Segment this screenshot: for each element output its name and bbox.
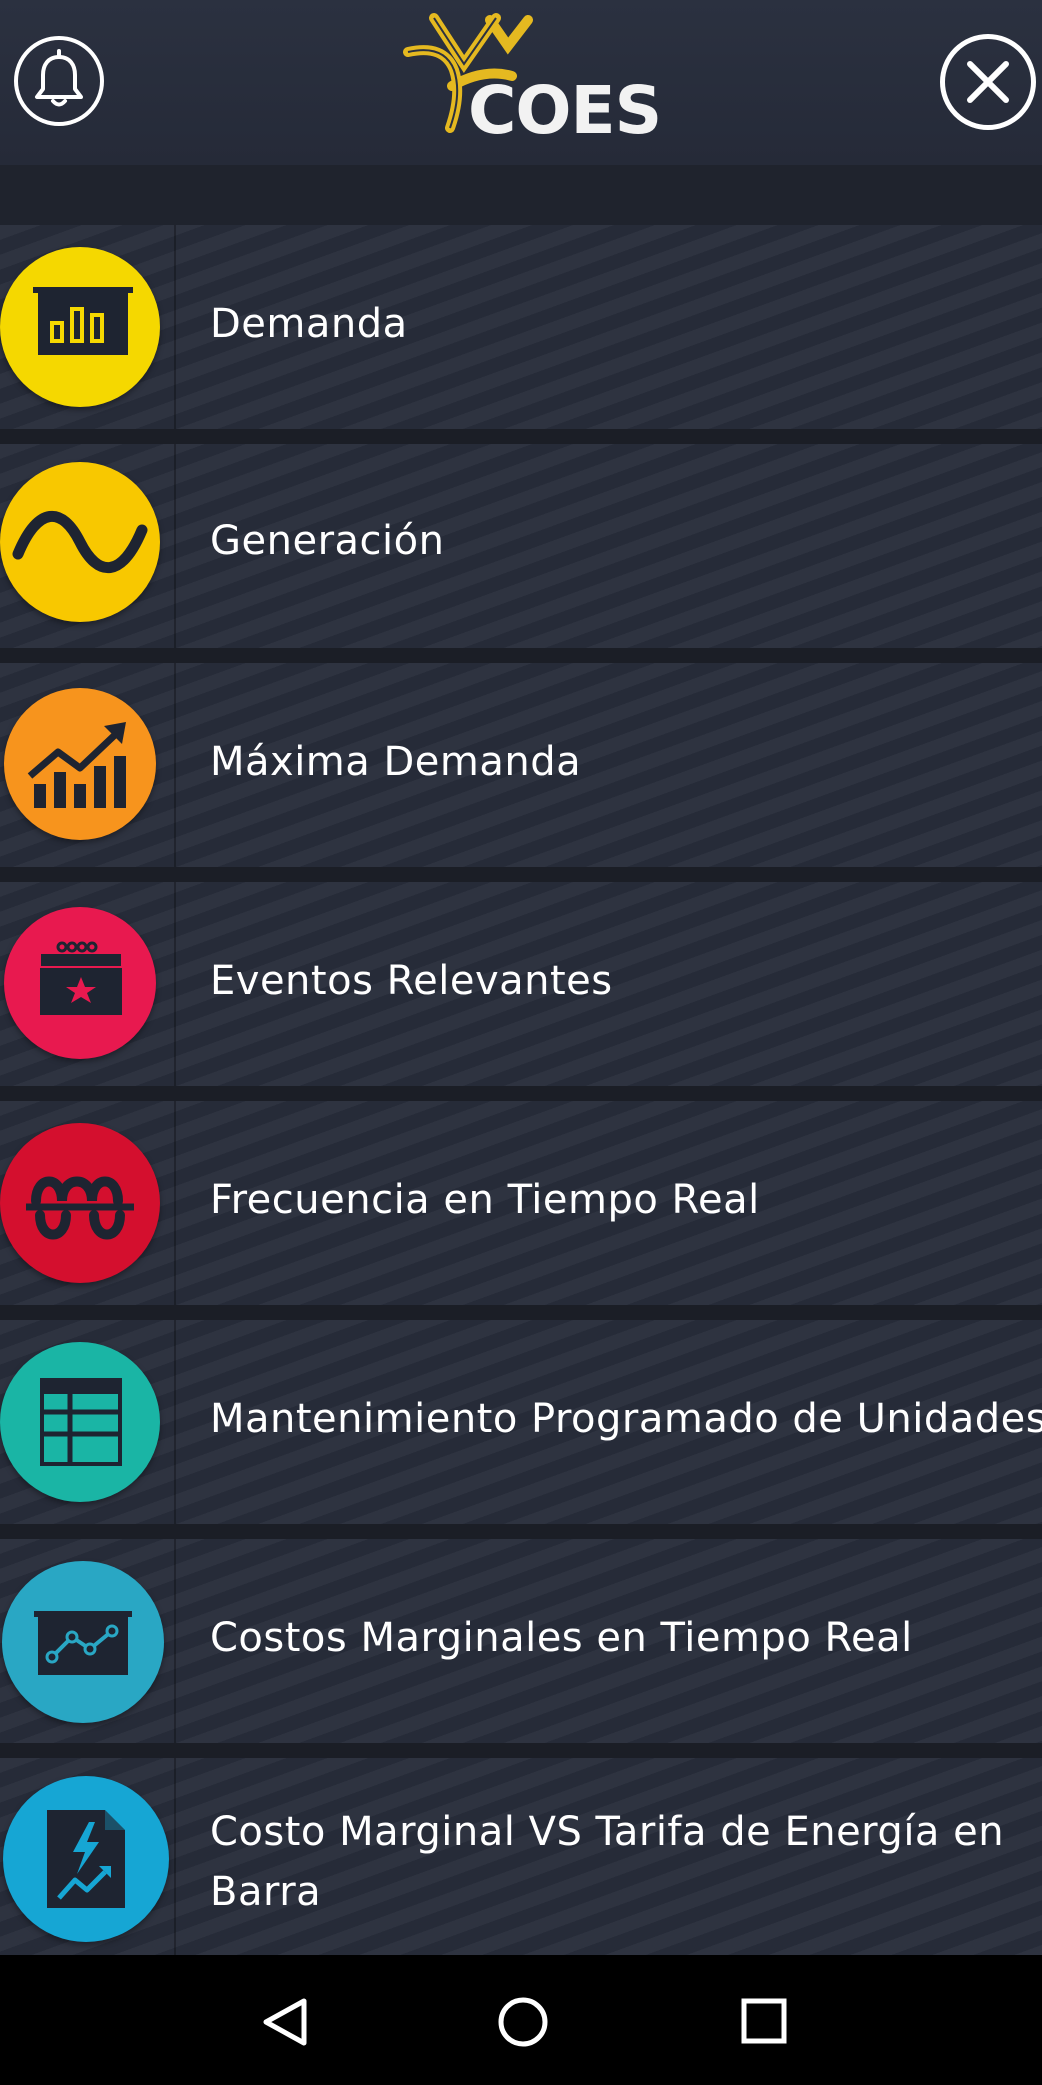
home-circle-icon[interactable]	[496, 1995, 550, 2049]
menu-item-label: Mantenimiento Programado de Unidades	[210, 1396, 1042, 1442]
bell-icon	[35, 49, 83, 107]
menu-icon-cell	[0, 663, 176, 867]
menu-icon-cell	[0, 1320, 176, 1524]
bar-chart-icon	[0, 247, 160, 407]
menu-item-generacion[interactable]: Generación	[0, 444, 1042, 648]
trending-up-icon	[4, 688, 156, 840]
menu-item-label: Costos Marginales en Tiempo Real	[210, 1615, 913, 1661]
app-screen: COES Demanda Generación Máxima Demanda E…	[0, 0, 1042, 2085]
menu-item-demanda[interactable]: Demanda	[0, 225, 1042, 429]
back-triangle-icon[interactable]	[258, 1995, 312, 2049]
menu-item-label: Máxima Demanda	[210, 739, 582, 785]
sine-wave-icon	[0, 462, 160, 622]
menu-icon-cell	[0, 882, 176, 1086]
menu-icon-cell	[0, 1101, 176, 1305]
notifications-button[interactable]	[14, 36, 104, 126]
menu-item-costos-marginales[interactable]: Costos Marginales en Tiempo Real	[0, 1539, 1042, 1743]
menu-item-mantenimiento[interactable]: Mantenimiento Programado de Unidades	[0, 1320, 1042, 1524]
menu-list: Demanda Generación Máxima Demanda Evento…	[0, 225, 1042, 1955]
menu-item-maxima-demanda[interactable]: Máxima Demanda	[0, 663, 1042, 867]
close-icon	[967, 61, 1009, 103]
app-header: COES	[0, 0, 1042, 165]
menu-icon-cell	[0, 225, 176, 429]
menu-item-label: Costo Marginal VS Tarifa de Energía en B…	[210, 1809, 1005, 1915]
system-navigation-bar	[0, 1955, 1042, 2085]
calendar-star-icon	[4, 907, 156, 1059]
menu-icon-cell	[0, 1539, 176, 1743]
menu-item-label: Generación	[210, 518, 445, 564]
menu-item-frecuencia[interactable]: Frecuencia en Tiempo Real	[0, 1101, 1042, 1305]
close-button[interactable]	[940, 34, 1036, 130]
menu-item-eventos-relevantes[interactable]: Eventos Relevantes	[0, 882, 1042, 1086]
line-chart-board-icon	[2, 1561, 164, 1723]
frequency-icon	[0, 1123, 160, 1283]
menu-item-label: Eventos Relevantes	[210, 958, 613, 1004]
header-spacer	[0, 165, 1042, 225]
logo-text: COES	[468, 72, 662, 149]
table-grid-icon	[0, 1342, 160, 1502]
menu-icon-cell	[0, 444, 176, 648]
menu-icon-cell	[0, 1758, 176, 1955]
energy-document-icon	[3, 1776, 169, 1942]
menu-item-label: Frecuencia en Tiempo Real	[210, 1177, 760, 1223]
menu-item-label: Demanda	[210, 301, 408, 347]
recents-square-icon[interactable]	[740, 1997, 788, 2045]
menu-item-costo-marginal-vs-tarifa[interactable]: Costo Marginal VS Tarifa de Energía en B…	[0, 1758, 1042, 1955]
